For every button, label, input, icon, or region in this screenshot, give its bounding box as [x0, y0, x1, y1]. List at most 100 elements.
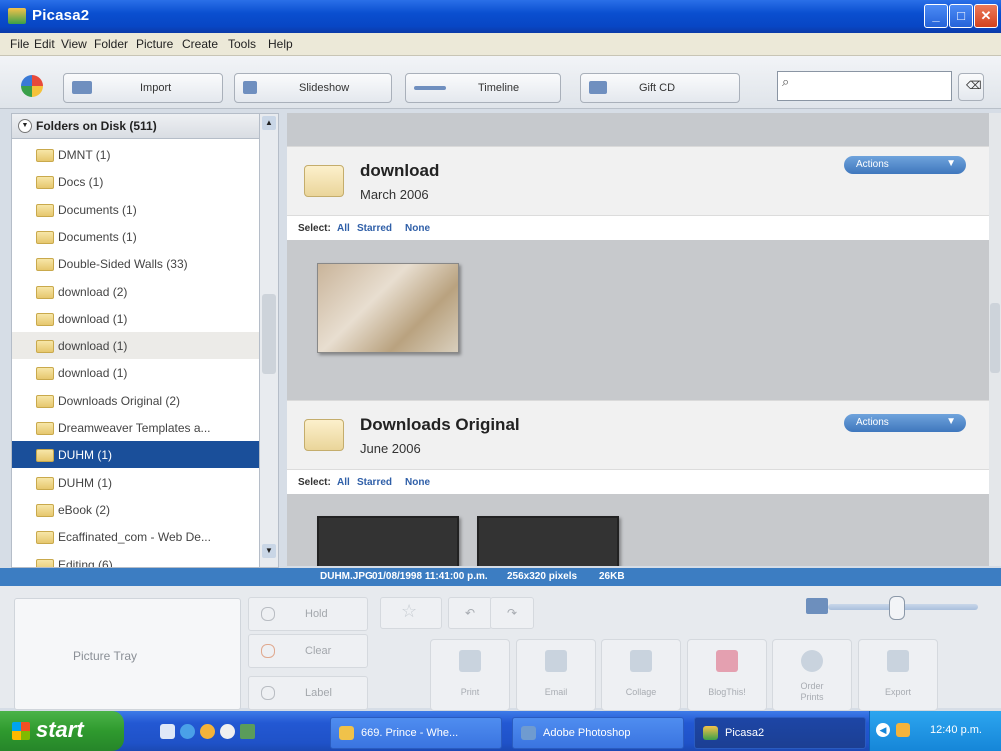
status-bar: DUHM.JPG 01/08/1998 11:41:00 p.m. 256x32…	[0, 568, 1001, 586]
folder-item[interactable]: DMNT (1)	[12, 141, 260, 168]
folder-item[interactable]: download (2)	[12, 278, 260, 305]
actions-dropdown[interactable]: Actions ▼	[844, 156, 966, 174]
menu-help[interactable]: Help	[268, 37, 293, 51]
import-button[interactable]: Import	[63, 73, 223, 103]
menu-file[interactable]: File	[10, 37, 29, 51]
toolbar: Import Slideshow Timeline Gift CD ⌕ ⌫	[0, 56, 1001, 109]
minimize-button[interactable]: _	[924, 4, 948, 28]
folder-item[interactable]: Documents (1)	[12, 223, 260, 250]
timeline-button[interactable]: Timeline	[405, 73, 561, 103]
winamp-icon	[339, 726, 354, 740]
folder-label: Editing (6)	[58, 557, 113, 568]
taskbar-item-photoshop[interactable]: Adobe Photoshop	[512, 717, 684, 749]
collapse-icon[interactable]: ▼	[18, 119, 32, 133]
menu-picture[interactable]: Picture	[136, 37, 173, 51]
folder-label: DUHM (1)	[58, 448, 112, 463]
folder-item[interactable]: Documents (1)	[12, 196, 260, 223]
select-all-link[interactable]: All	[337, 477, 350, 488]
select-none-link[interactable]: None	[405, 223, 430, 234]
album-header[interactable]: Downloads Original June 2006 Actions ▼	[287, 400, 989, 469]
start-button[interactable]: start	[0, 711, 124, 751]
folder-icon	[304, 419, 344, 451]
photo-thumbnail[interactable]	[317, 516, 459, 566]
library-scrollbar[interactable]	[989, 113, 1001, 566]
window-title: Picasa2	[32, 7, 90, 24]
print-button[interactable]: Print	[430, 639, 510, 711]
picasa-icon	[703, 726, 718, 740]
maximize-button[interactable]: □	[949, 4, 973, 28]
picasa-logo-icon[interactable]	[21, 75, 43, 97]
folder-label: download (1)	[58, 311, 128, 326]
folder-item[interactable]: eBook (2)	[12, 496, 260, 523]
quick-launch	[160, 721, 260, 743]
taskbar-item-winamp[interactable]: 669. Prince - Whe...	[330, 717, 502, 749]
label-button[interactable]: Label	[248, 676, 368, 710]
folder-item[interactable]: download (1)	[12, 332, 260, 360]
zoom-slider-thumb[interactable]	[889, 596, 905, 620]
folder-item[interactable]: DUHM (1)	[12, 469, 260, 496]
photo-thumbnail[interactable]	[477, 516, 619, 566]
folder-icon	[36, 394, 54, 408]
close-button[interactable]: ✕	[974, 4, 998, 28]
folder-item[interactable]: Ecaffinated_com - Web De...	[12, 523, 260, 550]
select-starred-link[interactable]: Starred	[357, 223, 392, 234]
picture-icon[interactable]	[240, 724, 255, 739]
folders-header[interactable]: ▼ Folders on Disk (511)	[12, 114, 260, 139]
folder-item[interactable]: Downloads Original (2)	[12, 387, 260, 414]
gift-cd-button[interactable]: Gift CD	[580, 73, 740, 103]
media-player-icon[interactable]	[220, 724, 235, 739]
select-starred-link[interactable]: Starred	[357, 477, 392, 488]
menu-create[interactable]: Create	[182, 37, 218, 51]
search-input[interactable]: ⌕	[777, 71, 952, 101]
folder-label: Dreamweaver Templates a...	[58, 421, 211, 435]
chevron-left-icon[interactable]: ◀	[876, 723, 890, 737]
search-options-button[interactable]: ⌫	[958, 73, 984, 101]
menu-edit[interactable]: Edit	[34, 37, 55, 51]
slideshow-button[interactable]: Slideshow	[234, 73, 392, 103]
folder-item[interactable]: Double-Sided Walls (33)	[12, 250, 260, 277]
taskbar-item-picasa[interactable]: Picasa2	[694, 717, 866, 749]
hold-button[interactable]: Hold	[248, 597, 368, 631]
album-header[interactable]: download March 2006 Actions ▼	[287, 146, 989, 215]
folder-list-scrollbar[interactable]: ▲ ▼	[259, 113, 279, 568]
media-icon[interactable]	[160, 724, 175, 739]
order-prints-button[interactable]: Order Prints	[772, 639, 852, 711]
folder-icon	[36, 422, 54, 435]
folder-item[interactable]: download (1)	[12, 305, 260, 332]
ie-icon[interactable]	[180, 724, 195, 739]
folder-item[interactable]: DUHM (1)	[12, 441, 260, 469]
select-all-link[interactable]: All	[337, 223, 350, 234]
scroll-up-icon[interactable]: ▲	[262, 116, 276, 130]
blogthis-button[interactable]: BlogThis!	[687, 639, 767, 711]
menu-folder[interactable]: Folder	[94, 37, 128, 51]
folder-item[interactable]: download (1)	[12, 359, 260, 386]
printer-icon	[459, 650, 481, 672]
browser-icon[interactable]	[200, 724, 215, 739]
folder-item[interactable]: Dreamweaver Templates a...	[12, 414, 260, 441]
collage-icon	[630, 650, 652, 672]
folder-item[interactable]: Docs (1)	[12, 168, 260, 195]
tray-app-icon[interactable]	[896, 723, 910, 737]
picture-tray[interactable]: Picture Tray	[14, 598, 241, 710]
email-button[interactable]: Email	[516, 639, 596, 711]
scroll-thumb[interactable]	[990, 303, 1000, 373]
folder-label: eBook (2)	[58, 502, 111, 517]
menu-view[interactable]: View	[61, 37, 87, 51]
email-icon	[545, 650, 567, 672]
actions-dropdown[interactable]: Actions ▼	[844, 414, 966, 432]
folder-label: download (2)	[58, 284, 128, 299]
menu-tools[interactable]: Tools	[228, 37, 256, 51]
photo-thumbnail[interactable]	[317, 263, 459, 353]
select-none-link[interactable]: None	[405, 477, 430, 488]
scroll-down-icon[interactable]: ▼	[262, 544, 276, 558]
clear-button[interactable]: Clear	[248, 634, 368, 668]
export-button[interactable]: Export	[858, 639, 938, 711]
system-tray: ◀ 12:40 p.m.	[869, 711, 1001, 751]
collage-button[interactable]: Collage	[601, 639, 681, 711]
rotate-left-button[interactable]: ↶	[448, 597, 492, 629]
rotate-right-button[interactable]: ↷	[490, 597, 534, 629]
timeline-icon	[414, 86, 446, 90]
scroll-thumb[interactable]	[262, 294, 276, 374]
label-icon	[261, 686, 275, 700]
folder-item[interactable]: Editing (6)	[12, 551, 260, 568]
